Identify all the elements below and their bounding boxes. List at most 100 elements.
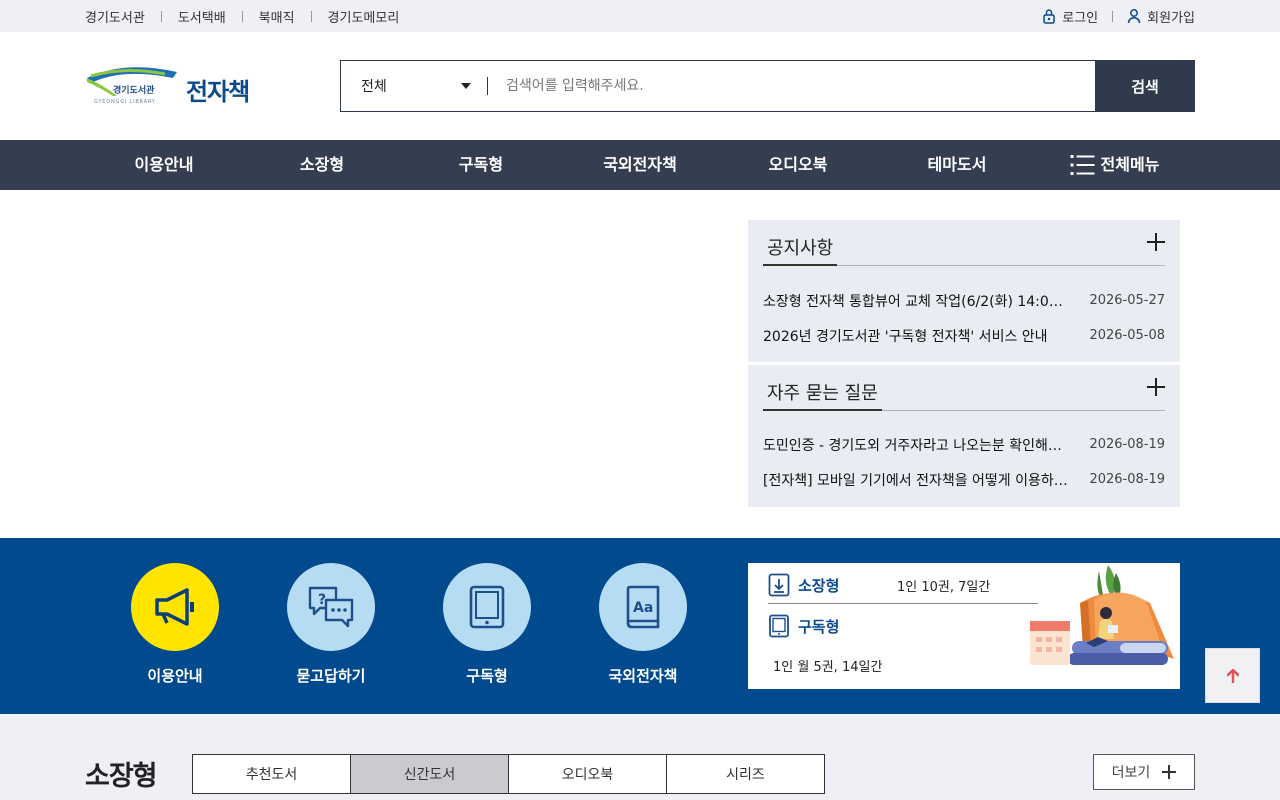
search-scope-value: 전체 bbox=[361, 79, 387, 95]
quick-guide[interactable]: 이용안내 bbox=[105, 563, 245, 686]
link-book-delivery[interactable]: 도서택배 bbox=[178, 7, 226, 26]
quick-subscription-circle bbox=[443, 563, 531, 651]
quick-qna-label: 묻고답하기 bbox=[296, 667, 366, 685]
plus-icon bbox=[1162, 765, 1177, 779]
faq-board-header: 자주 묻는 질문 bbox=[763, 365, 1165, 411]
nav-theme-books[interactable]: 테마도서 bbox=[928, 140, 987, 190]
faq-title: 자주 묻는 질문 bbox=[763, 379, 882, 411]
info-divider bbox=[768, 603, 1038, 604]
more-label: 더보기 bbox=[1111, 765, 1151, 781]
quick-guide-label: 이용안내 bbox=[147, 667, 203, 685]
quick-menu-band: 이용안내 ? 묻고답하기 구독형 Aa 국외전자책 소장형 1인 10권, 7일… bbox=[0, 538, 1280, 714]
nav-all-menu[interactable]: 전체메뉴 bbox=[1070, 140, 1160, 190]
notice-row[interactable]: 소장형 전자책 통합뷰어 교체 작업(6/2(화) 14:00 ~ 18:00)… bbox=[763, 283, 1165, 318]
signup-label: 회원가입 bbox=[1147, 10, 1195, 26]
notice-row-title: 2026년 경기도서관 '구독형 전자책' 서비스 안내 bbox=[763, 328, 1048, 345]
link-book-magic[interactable]: 북매직 bbox=[259, 7, 295, 26]
faq-row[interactable]: [전자책] 모바일 기기에서 전자책을 어떻게 이용하나요? 2026-08-1… bbox=[763, 462, 1165, 497]
family-site-links: 경기도서관 도서택배 북매직 경기도메모리 bbox=[85, 0, 399, 32]
tablet-icon bbox=[469, 585, 505, 629]
login-label: 로그인 bbox=[1062, 10, 1099, 26]
lock-icon bbox=[1043, 9, 1056, 24]
section-title: 소장형 bbox=[85, 761, 158, 792]
faq-row[interactable]: 도민인증 - 경기도외 거주자라고 나오는분 확인해주세요 2026-08-19 bbox=[763, 427, 1165, 462]
quick-foreign-circle: Aa bbox=[599, 563, 687, 651]
nav-guide[interactable]: 이용안내 bbox=[135, 140, 194, 190]
login-link[interactable]: 로그인 bbox=[1042, 7, 1098, 26]
divider bbox=[310, 10, 312, 22]
owned-value: 1인 10권, 7일간 bbox=[897, 580, 991, 595]
subscription-value: 1인 월 5권, 14일간 bbox=[773, 660, 883, 675]
nav-owned[interactable]: 소장형 bbox=[300, 140, 344, 190]
caret-down-icon bbox=[461, 83, 471, 89]
faq-row-date: 2026-08-19 bbox=[1089, 472, 1165, 487]
all-menu-label: 전체메뉴 bbox=[1100, 155, 1160, 174]
divider bbox=[241, 10, 243, 22]
notice-board-header: 공지사항 bbox=[763, 220, 1165, 266]
notice-list: 소장형 전자책 통합뷰어 교체 작업(6/2(화) 14:00 ~ 18:00)… bbox=[763, 266, 1165, 353]
quick-foreign[interactable]: Aa 국외전자책 bbox=[573, 563, 713, 686]
tab-new-books[interactable]: 신간도서 bbox=[350, 754, 509, 794]
divider bbox=[160, 10, 162, 22]
owned-info: 소장형 bbox=[768, 573, 839, 597]
logo-small-text: 경기도서관 bbox=[113, 84, 155, 96]
logo-title: 전자책 bbox=[186, 78, 250, 106]
arrow-up-icon bbox=[1226, 668, 1239, 683]
plus-icon[interactable] bbox=[1147, 233, 1165, 251]
signup-link[interactable]: 회원가입 bbox=[1127, 7, 1195, 26]
nav-audiobook[interactable]: 오디오북 bbox=[769, 140, 828, 190]
search-button[interactable]: 검색 bbox=[1095, 60, 1195, 112]
reading-person-illustration bbox=[1030, 565, 1174, 665]
search-input[interactable] bbox=[488, 61, 1095, 111]
faq-list: 도민인증 - 경기도외 거주자라고 나오는분 확인해주세요 2026-08-19… bbox=[763, 411, 1165, 497]
site-logo[interactable]: 경기도서관 GYEONGGI LIBRARY 전자책 bbox=[85, 66, 260, 108]
subscription-label: 구독형 bbox=[798, 617, 840, 636]
menu-list-icon bbox=[1070, 155, 1095, 175]
quick-subscription-label: 구독형 bbox=[466, 667, 508, 685]
section-tabs: 추천도서 신간도서 오디오북 시리즈 bbox=[192, 754, 825, 794]
search-bar: 전체 검색 bbox=[340, 60, 1195, 112]
account-links: 로그인 회원가입 bbox=[1042, 0, 1195, 32]
loan-info-card: 소장형 1인 10권, 7일간 구독형 1인 월 5권, 14일간 bbox=[748, 563, 1180, 689]
notice-row-date: 2026-05-08 bbox=[1089, 328, 1165, 343]
tab-series[interactable]: 시리즈 bbox=[666, 754, 825, 794]
download-icon bbox=[768, 573, 790, 597]
quick-guide-circle bbox=[131, 563, 219, 651]
owned-books-section: 소장형 추천도서 신간도서 오디오북 시리즈 더보기 bbox=[0, 714, 1280, 800]
quick-subscription[interactable]: 구독형 bbox=[417, 563, 557, 686]
search-scope-select[interactable]: 전체 bbox=[341, 61, 487, 111]
tablet-small-icon bbox=[769, 614, 789, 638]
notice-row-date: 2026-05-27 bbox=[1089, 293, 1165, 308]
quick-foreign-label: 국외전자책 bbox=[608, 667, 678, 685]
notice-row[interactable]: 2026년 경기도서관 '구독형 전자책' 서비스 안내 2026-05-08 bbox=[763, 318, 1165, 353]
owned-label: 소장형 bbox=[798, 576, 840, 595]
subscription-info: 구독형 bbox=[768, 614, 839, 638]
nav-subscription[interactable]: 구독형 bbox=[459, 140, 503, 190]
link-gyeonggi-library[interactable]: 경기도서관 bbox=[85, 7, 145, 26]
plus-icon[interactable] bbox=[1147, 378, 1165, 396]
nav-foreign-ebook[interactable]: 국외전자책 bbox=[603, 140, 677, 190]
faq-row-title: [전자책] 모바일 기기에서 전자책을 어떻게 이용하나요? bbox=[763, 472, 1068, 489]
main-navigation: 이용안내 소장형 구독형 국외전자책 오디오북 테마도서 전체메뉴 bbox=[0, 140, 1280, 190]
faq-board: 자주 묻는 질문 도민인증 - 경기도외 거주자라고 나오는분 확인해주세요 2… bbox=[748, 365, 1180, 507]
qna-icon: ? bbox=[308, 586, 354, 628]
notice-title: 공지사항 bbox=[763, 234, 838, 266]
tab-recommended[interactable]: 추천도서 bbox=[192, 754, 351, 794]
library-logo-mark: 경기도서관 GYEONGGI LIBRARY bbox=[87, 67, 177, 105]
tab-audiobook[interactable]: 오디오북 bbox=[508, 754, 667, 794]
link-gyeonggi-memory[interactable]: 경기도메모리 bbox=[328, 7, 400, 26]
user-icon bbox=[1127, 9, 1141, 24]
back-to-top-button[interactable] bbox=[1205, 648, 1260, 703]
faq-row-title: 도민인증 - 경기도외 거주자라고 나오는분 확인해주세요 bbox=[763, 437, 1068, 454]
quick-qna[interactable]: ? 묻고답하기 bbox=[261, 563, 401, 686]
svg-text:Aa: Aa bbox=[633, 600, 653, 616]
logo-sub-text: GYEONGGI LIBRARY bbox=[94, 99, 156, 105]
faq-row-date: 2026-08-19 bbox=[1089, 437, 1165, 452]
megaphone-icon bbox=[155, 588, 194, 626]
foreign-book-icon: Aa bbox=[626, 585, 660, 629]
divider bbox=[1112, 10, 1114, 22]
more-button[interactable]: 더보기 bbox=[1093, 754, 1195, 790]
notice-board: 공지사항 소장형 전자책 통합뷰어 교체 작업(6/2(화) 14:00 ~ 1… bbox=[748, 220, 1180, 362]
notice-row-title: 소장형 전자책 통합뷰어 교체 작업(6/2(화) 14:00 ~ 18:00) bbox=[763, 293, 1068, 310]
top-utility-bar: 경기도서관 도서택배 북매직 경기도메모리 로그인 회원가입 bbox=[0, 0, 1280, 32]
